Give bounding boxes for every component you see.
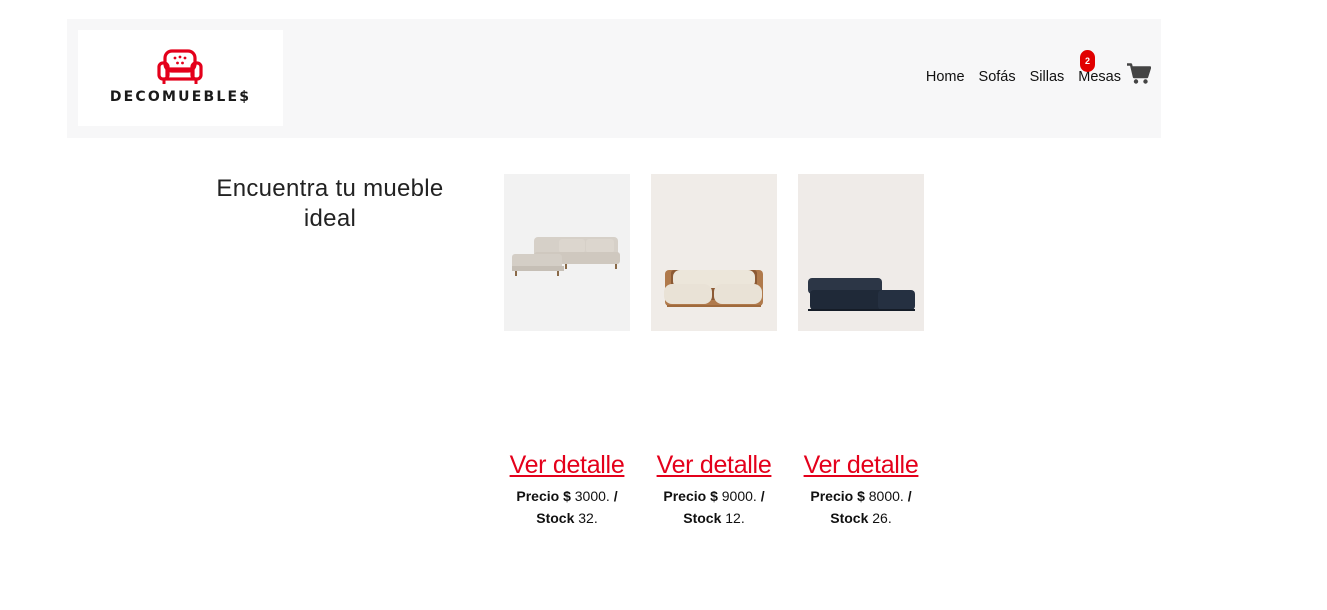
separator: / (613, 488, 618, 504)
modular-sofa-image (808, 278, 915, 311)
price-label: Precio $ (810, 488, 865, 504)
stock-label: Stock (536, 510, 575, 526)
nav-item-home[interactable]: Home (926, 69, 965, 85)
sofa-logo-icon (157, 49, 203, 84)
brand-logo-text: DECOMUEBLE$ (109, 89, 252, 105)
cart-button[interactable] (1127, 63, 1152, 85)
product-image-modular-sofa[interactable] (798, 174, 924, 331)
stock-label: Stock (683, 510, 722, 526)
stock-value: 26. (872, 510, 892, 526)
price-value: 9000. (721, 488, 757, 504)
two-seat-sofa-image (664, 270, 763, 307)
page-title: Encuentra tu mueble ideal (216, 175, 444, 232)
price-label: Precio $ (663, 488, 718, 504)
product-detail-link[interactable]: Ver detalle (631, 451, 797, 480)
product-info: Precio $ 3000. / Stock 32. (499, 485, 635, 529)
corner-sofa-image (512, 237, 620, 276)
product-detail-link[interactable]: Ver detalle (778, 451, 944, 480)
separator: / (907, 488, 912, 504)
stock-value: 32. (578, 510, 598, 526)
product-info: Precio $ 9000. / Stock 12. (646, 485, 782, 529)
nav-links: Home Sofás Sillas Mesas (926, 69, 1121, 85)
nav-item-sofas[interactable]: Sofás (979, 69, 1016, 85)
product-info: Precio $ 8000. / Stock 26. (793, 485, 929, 529)
shopping-cart-icon (1127, 63, 1152, 84)
price-value: 8000. (868, 488, 904, 504)
separator: / (760, 488, 765, 504)
product-image-corner-sofa[interactable] (504, 174, 630, 331)
price-value: 3000. (574, 488, 610, 504)
price-label: Precio $ (516, 488, 571, 504)
cart-count-badge: 2 (1080, 50, 1095, 72)
navbar: DECOMUEBLE$ Home Sofás Sillas Mesas 2 (67, 19, 1161, 138)
product-card: Ver detalle Precio $ 3000. / Stock 32. (504, 174, 630, 526)
product-detail-link[interactable]: Ver detalle (484, 451, 650, 480)
stock-label: Stock (830, 510, 869, 526)
brand-logo[interactable]: DECOMUEBLE$ (78, 30, 283, 126)
product-image-two-seat-sofa[interactable] (651, 174, 777, 331)
product-card: Ver detalle Precio $ 9000. / Stock 12. (651, 174, 777, 526)
stock-value: 12. (725, 510, 745, 526)
product-card: Ver detalle Precio $ 8000. / Stock 26. (798, 174, 924, 526)
nav-item-sillas[interactable]: Sillas (1030, 69, 1065, 85)
